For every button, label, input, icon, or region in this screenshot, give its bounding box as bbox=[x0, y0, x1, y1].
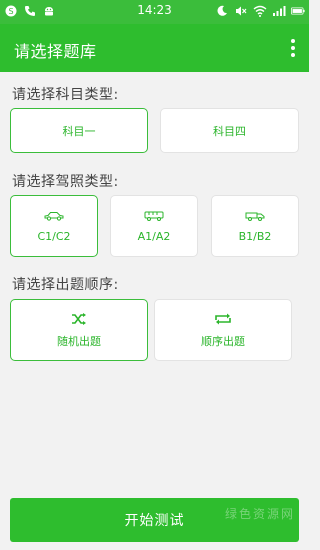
shuffle-icon bbox=[71, 312, 87, 326]
wifi-icon bbox=[253, 4, 267, 18]
license-option-a1a2[interactable]: A1/A2 bbox=[110, 195, 198, 257]
subject-section-label: 请选择科目类型: bbox=[12, 87, 119, 103]
license-option-a1a2-label: A1/A2 bbox=[137, 230, 171, 243]
car-icon bbox=[44, 209, 64, 223]
license-section-label: 请选择驾照类型: bbox=[12, 174, 119, 190]
page-title: 请选择题库 bbox=[14, 42, 97, 61]
signal-icon bbox=[272, 4, 286, 18]
order-option-sequential-label: 顺序出题 bbox=[201, 334, 245, 348]
order-section-label: 请选择出题顺序: bbox=[12, 277, 119, 293]
truck-icon bbox=[245, 209, 265, 223]
status-right-icons bbox=[215, 4, 305, 18]
license-option-b1b2-label: B1/B2 bbox=[238, 230, 272, 243]
subject-option-4-label: 科目四 bbox=[213, 124, 246, 138]
status-bar: S 14:23 bbox=[0, 0, 309, 24]
bus-icon bbox=[144, 209, 164, 223]
mute-icon bbox=[234, 4, 248, 18]
overflow-menu-icon[interactable] bbox=[289, 38, 297, 58]
order-option-sequential[interactable]: 顺序出题 bbox=[154, 299, 292, 361]
subject-option-1-label: 科目一 bbox=[62, 124, 96, 138]
license-option-b1b2[interactable]: B1/B2 bbox=[211, 195, 299, 257]
subject-option-1[interactable]: 科目一 bbox=[10, 108, 148, 153]
start-test-label: 开始测试 bbox=[124, 513, 185, 529]
order-option-random[interactable]: 随机出题 bbox=[10, 299, 148, 361]
license-option-c1c2-label: C1/C2 bbox=[37, 230, 71, 243]
license-option-c1c2[interactable]: C1/C2 bbox=[10, 195, 98, 257]
order-option-random-label: 随机出题 bbox=[57, 334, 101, 348]
repeat-icon bbox=[214, 312, 232, 326]
app-bar: 请选择题库 bbox=[0, 24, 309, 72]
subject-option-4[interactable]: 科目四 bbox=[160, 108, 299, 153]
moon-icon bbox=[215, 4, 229, 18]
battery-icon bbox=[291, 4, 305, 18]
watermark: 绿色资源网 bbox=[224, 507, 295, 521]
